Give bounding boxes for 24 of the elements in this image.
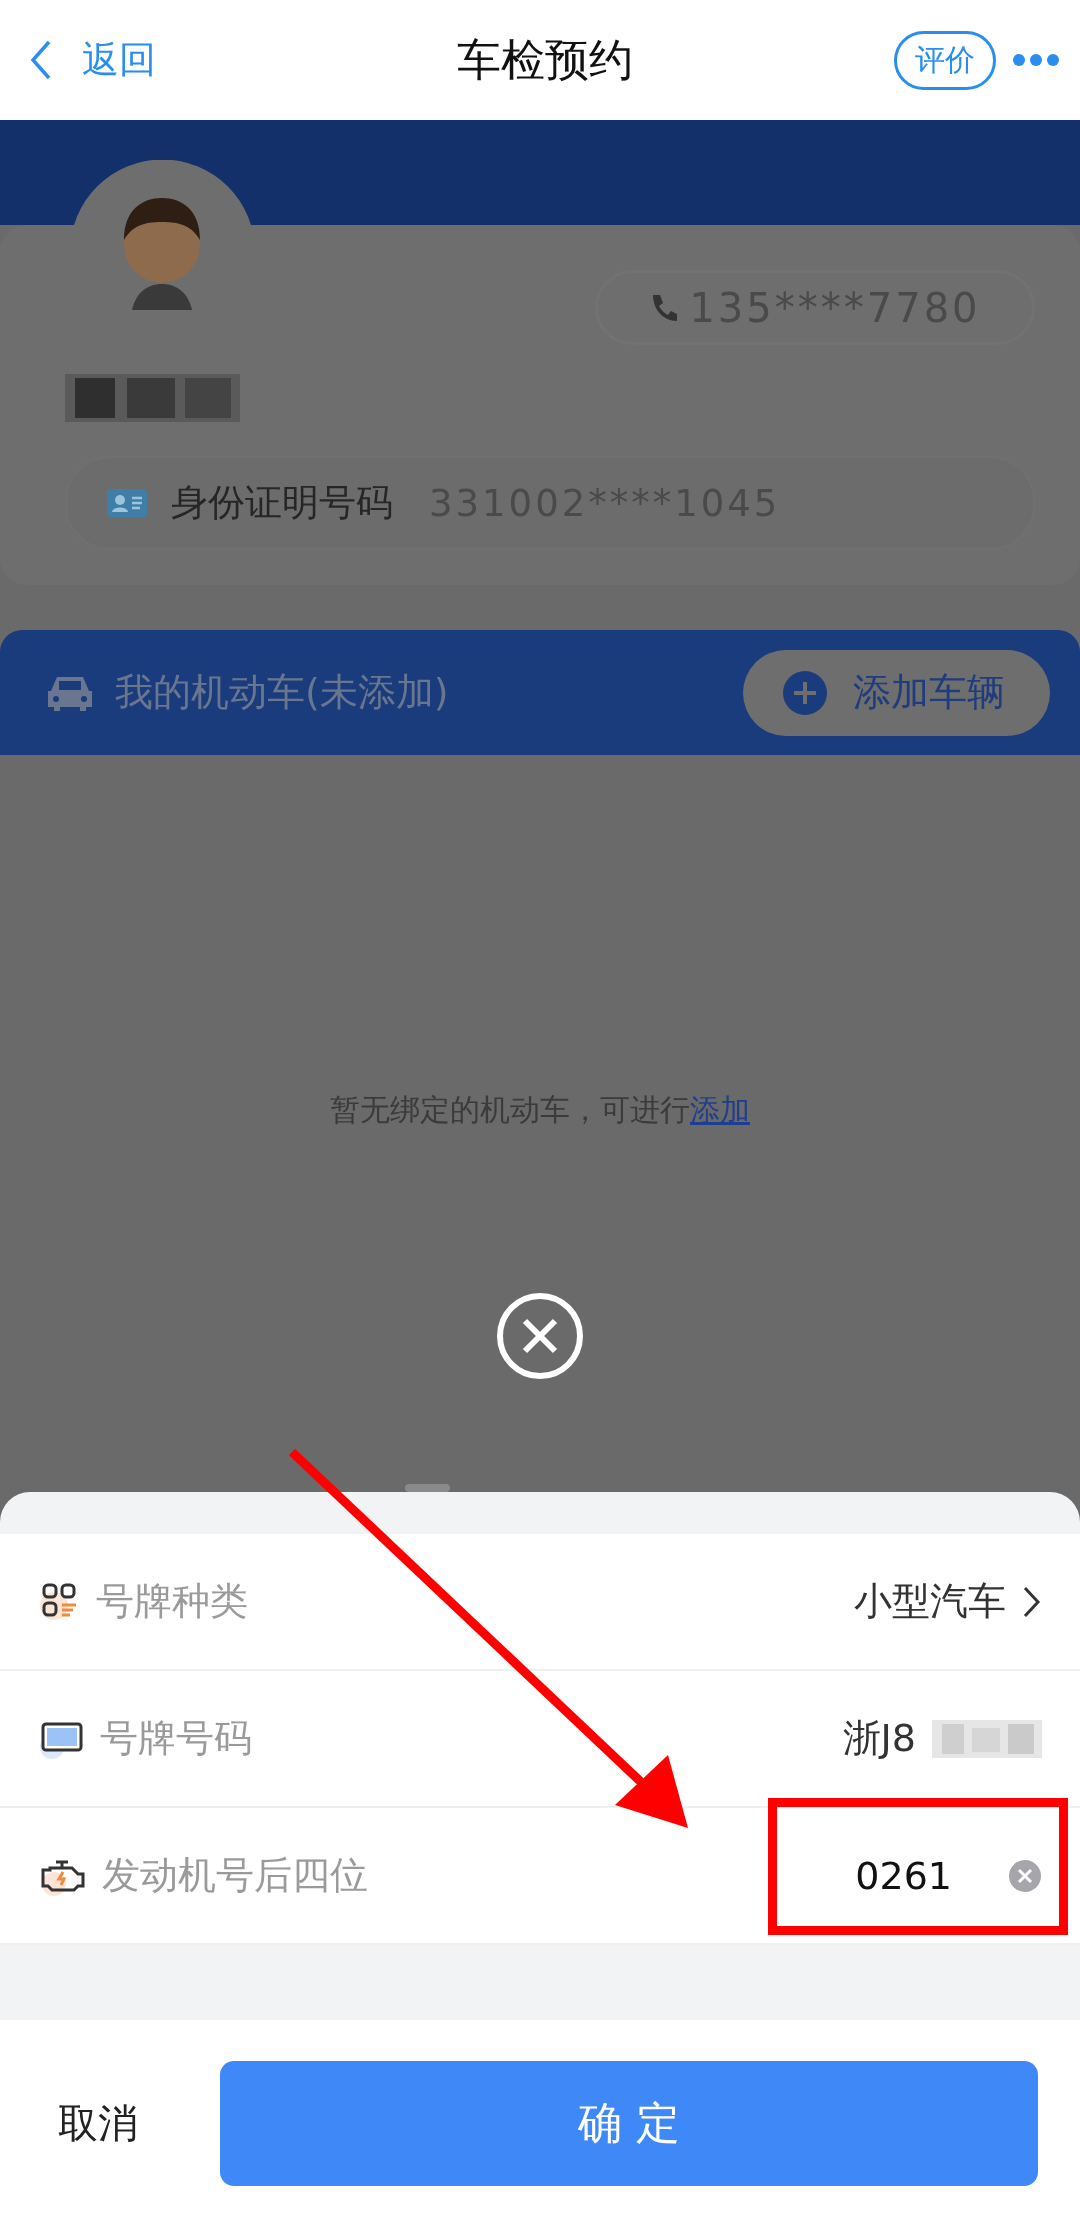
chevron-left-icon — [30, 40, 52, 80]
add-vehicle-button[interactable]: 添加车辆 — [743, 649, 1050, 736]
add-link[interactable]: 添加 — [690, 1092, 750, 1127]
id-card-icon — [107, 489, 147, 517]
plate-type-value: 小型汽车 — [854, 1578, 1006, 1625]
engine-number-input[interactable]: 0261 — [822, 1853, 952, 1898]
id-label: 身份证明号码 — [171, 480, 393, 526]
plus-icon — [783, 670, 827, 715]
field-label: 号牌号码 — [100, 1715, 253, 1762]
form-row[interactable]: 号牌种类 小型汽车 — [0, 1534, 1080, 1671]
chevron-right-icon — [1022, 1584, 1042, 1619]
field-label: 号牌种类 — [96, 1578, 249, 1625]
close-icon[interactable] — [495, 1291, 585, 1381]
plate-number-value: 浙J8 — [842, 1715, 916, 1762]
field-label: 发动机号后四位 — [102, 1852, 369, 1899]
vehicle-section-title: 我的机动车(未添加) — [115, 669, 450, 716]
clear-icon[interactable] — [1008, 1858, 1042, 1893]
more-icon[interactable] — [1012, 53, 1060, 67]
cancel-button[interactable]: 取消 — [58, 2096, 138, 2151]
drag-handle[interactable] — [405, 1484, 450, 1492]
confirm-button[interactable]: 确 定 — [220, 2061, 1038, 2186]
page-title: 车检预约 — [456, 32, 634, 87]
back-button[interactable]: 返回 — [30, 35, 270, 85]
rate-button[interactable]: 评价 — [894, 30, 996, 90]
